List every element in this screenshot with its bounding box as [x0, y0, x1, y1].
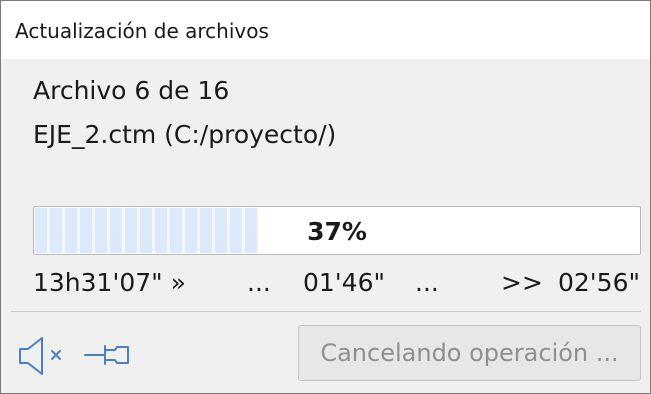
pin-button[interactable] — [83, 335, 133, 377]
ellipsis-left: ... — [247, 268, 271, 297]
mute-button[interactable] — [17, 335, 67, 377]
progress-dialog: Actualización de archivos Archivo 6 de 1… — [0, 0, 651, 394]
pin-icon — [84, 345, 129, 365]
elapsed-time: 01'46" — [303, 268, 385, 297]
remaining-marker: >> — [501, 268, 543, 297]
divider — [11, 311, 641, 312]
progress-percent: 37% — [307, 217, 367, 246]
speaker-muted-icon — [19, 337, 61, 375]
ellipsis-right: ... — [415, 268, 439, 297]
start-time: 13h31'07" » — [33, 268, 186, 297]
progress-bar: 37% — [33, 206, 641, 255]
file-counter: Archivo 6 de 16 — [33, 76, 230, 105]
window-title: Actualización de archivos — [15, 19, 269, 43]
file-path: EJE_2.ctm (C:/proyecto/) — [33, 120, 337, 149]
remaining-time: 02'56" — [558, 268, 640, 297]
cancel-button[interactable]: Cancelando operación ... — [298, 325, 641, 381]
title-bar: Actualización de archivos — [1, 1, 650, 59]
